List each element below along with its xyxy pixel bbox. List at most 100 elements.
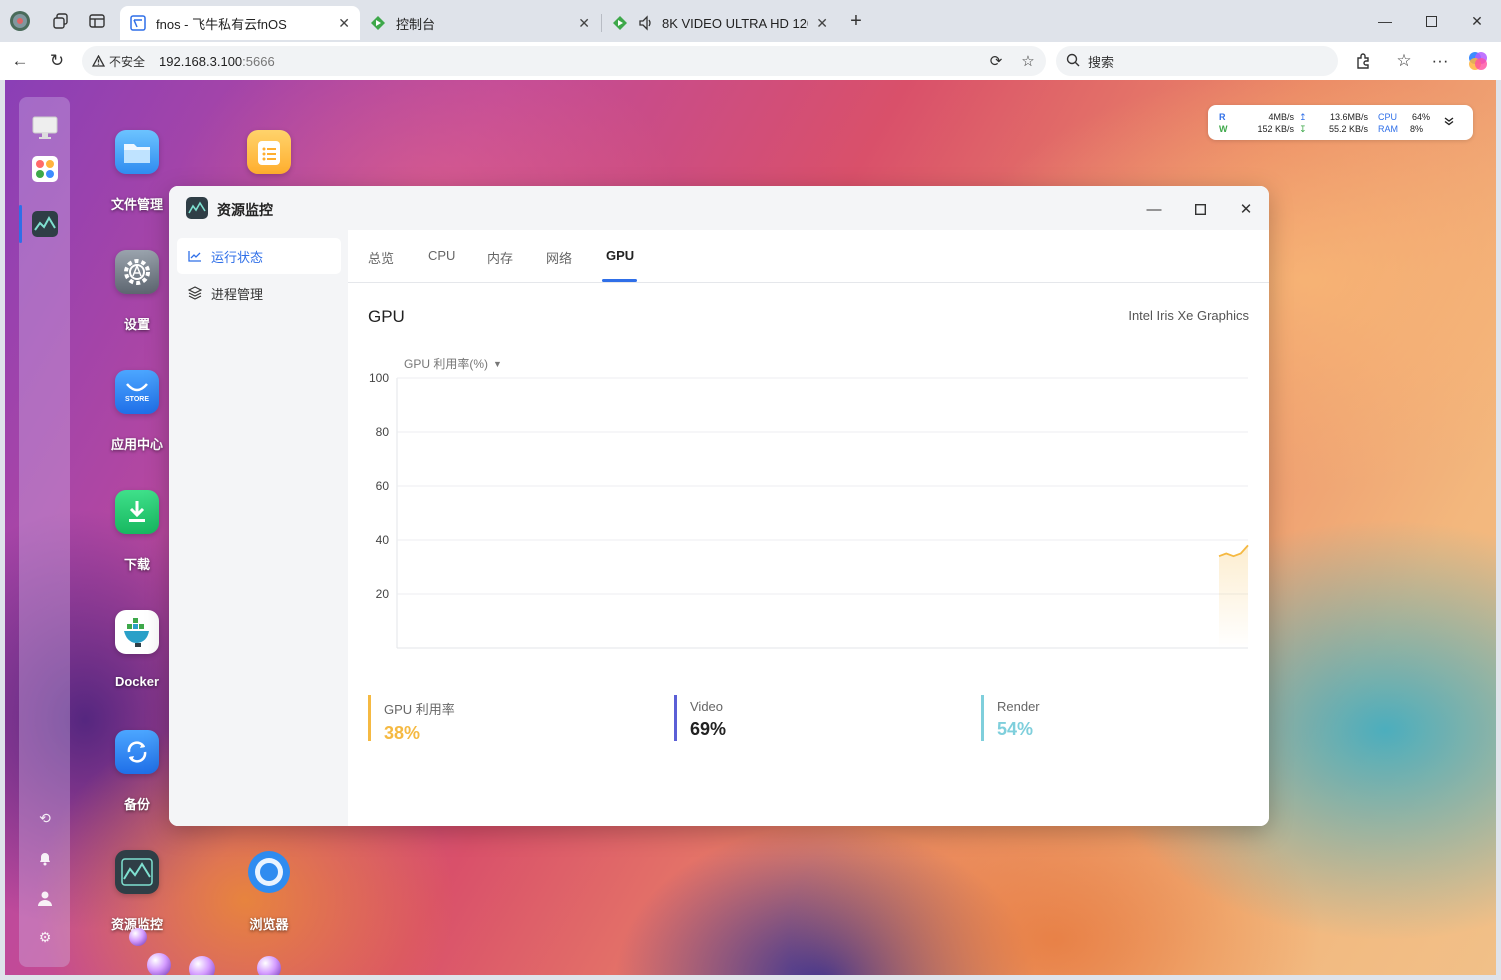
close-tab-icon[interactable]: ✕: [578, 15, 590, 32]
metric-label: Video: [690, 699, 724, 714]
resource-monitor-logo-icon: [186, 197, 208, 219]
favorites-icon[interactable]: ☆: [1392, 50, 1416, 72]
ram-value: 8%: [1409, 124, 1423, 134]
app-notes[interactable]: [229, 130, 309, 174]
tab-network[interactable]: 网络: [546, 248, 572, 267]
tab-gpu[interactable]: GPU: [606, 248, 634, 263]
security-label[interactable]: 不安全: [109, 53, 145, 70]
address-bar[interactable]: 不安全 192.168.3.100:5666 ⟳ ☆: [82, 46, 1046, 76]
tab-title: 控制台: [396, 16, 436, 32]
layers-icon: [187, 286, 203, 300]
browser-tab-console[interactable]: 控制台 ✕: [360, 6, 600, 40]
translate-icon[interactable]: ⟳: [986, 51, 1006, 71]
extensions-icon[interactable]: [1351, 50, 1375, 72]
y-tick-label: 40: [376, 533, 390, 547]
system-stats-widget[interactable]: R W 4MB/s 152 KB/s ↥ ↧ 13.6MB/s 55.2 KB/…: [1208, 105, 1473, 140]
browser-tab-bar: fnos - 飞牛私有云fnOS ✕ 控制台 ✕ 8K VIDEO ULTRA …: [0, 0, 1501, 42]
close-window-icon[interactable]: ✕: [1465, 10, 1489, 32]
vertical-tabs-icon[interactable]: [86, 10, 108, 32]
metric-label: Render: [997, 699, 1040, 714]
download-icon: [115, 490, 159, 534]
tab-cpu[interactable]: CPU: [428, 248, 455, 263]
fnos-tab-icon: [130, 15, 146, 31]
minimize-icon[interactable]: —: [1373, 10, 1397, 32]
maximize-icon[interactable]: [1419, 10, 1443, 32]
profile-avatar[interactable]: [9, 10, 31, 32]
app-docker[interactable]: Docker: [97, 610, 177, 689]
expand-chevron-icon[interactable]: [1444, 116, 1454, 128]
url-text[interactable]: 192.168.3.100:5666: [159, 54, 275, 69]
app-settings[interactable]: 设置: [97, 250, 177, 333]
y-tick-label: 60: [376, 479, 390, 493]
window-titlebar[interactable]: 资源监控 — ✕: [169, 186, 1269, 230]
decorative-bubble: [189, 956, 215, 975]
resource-monitor-dock-icon[interactable]: [32, 211, 58, 237]
metric-video: Video 69%: [674, 695, 726, 741]
active-tab-indicator: [602, 279, 637, 282]
tab-overview[interactable]: 总览: [368, 248, 394, 267]
cpu-value: 64%: [1411, 112, 1430, 122]
app-store[interactable]: STORE 应用中心: [97, 370, 177, 453]
line-chart-icon: [187, 250, 203, 262]
sidebar-item-running-status[interactable]: 运行状态: [177, 238, 341, 274]
metric-render: Render 54%: [981, 695, 1040, 741]
app-label: 备份: [123, 797, 150, 812]
y-tick-label: 20: [376, 587, 390, 601]
app-label: Docker: [114, 674, 160, 689]
settings-app-icon: [115, 250, 159, 294]
search-box[interactable]: 搜索: [1056, 46, 1338, 76]
ram-label: RAM: [1378, 124, 1398, 134]
metric-value: 54%: [997, 719, 1034, 739]
gpu-section-title: GPU: [368, 307, 405, 326]
search-placeholder: 搜索: [1088, 54, 1115, 70]
back-icon[interactable]: ←: [8, 50, 32, 72]
tab-memory[interactable]: 内存: [487, 248, 513, 267]
audio-playing-icon[interactable]: [638, 15, 654, 31]
settings-gear-icon[interactable]: ⚙: [36, 928, 54, 946]
reload-icon[interactable]: ↻: [45, 50, 69, 72]
sidebar-item-process-management[interactable]: 进程管理: [177, 275, 341, 311]
dock: ⟲ ⚙: [19, 97, 70, 967]
app-launcher-icon[interactable]: [32, 156, 58, 182]
sync-icon[interactable]: ⟲: [36, 809, 54, 827]
close-tab-icon[interactable]: ✕: [338, 15, 350, 32]
app-download[interactable]: 下载: [97, 490, 177, 573]
warning-icon[interactable]: [92, 55, 105, 67]
download-speed: 55.2 KB/s: [1328, 124, 1368, 134]
workspaces-icon[interactable]: [50, 10, 72, 32]
browser-tab-video[interactable]: 8K VIDEO ULTRA HD 120FPS ✕: [602, 6, 838, 40]
notification-bell-icon[interactable]: [36, 849, 54, 867]
main-content: 总览 CPU 内存 网络 GPU GPU Intel Iris Xe Graph…: [348, 230, 1269, 826]
metric-gpu-usage: GPU 利用率 38%: [368, 695, 455, 743]
decorative-bubble: [257, 956, 281, 975]
app-file-manager[interactable]: 文件管理: [97, 130, 177, 213]
backup-icon: [115, 730, 159, 774]
read-speed: 4MB/s: [1268, 112, 1294, 122]
window-maximize-icon[interactable]: [1189, 198, 1211, 220]
dock-active-indicator: [19, 205, 22, 243]
download-arrow-icon: ↧: [1299, 124, 1307, 134]
store-text: STORE: [125, 395, 149, 403]
app-label: 下载: [123, 557, 150, 572]
new-tab-icon[interactable]: +: [845, 10, 867, 32]
window-close-icon[interactable]: ✕: [1235, 198, 1257, 220]
browser-tab-fnos[interactable]: fnos - 飞牛私有云fnOS ✕: [120, 6, 360, 40]
show-desktop-icon[interactable]: [32, 115, 58, 141]
tab-title: fnos - 飞牛私有云fnOS: [156, 16, 287, 32]
series-area: [1219, 545, 1248, 648]
copilot-icon[interactable]: [1466, 50, 1490, 72]
close-tab-icon[interactable]: ✕: [816, 15, 828, 32]
more-menu-icon[interactable]: ···: [1428, 50, 1452, 72]
favorite-star-icon[interactable]: ☆: [1018, 51, 1038, 71]
docker-icon: [115, 610, 159, 654]
window-minimize-icon[interactable]: —: [1143, 198, 1165, 220]
app-backup[interactable]: 备份: [97, 730, 177, 813]
app-resource-monitor[interactable]: 资源监控: [97, 850, 177, 933]
browser-app-icon: [247, 850, 291, 894]
app-label: 浏览器: [249, 917, 289, 932]
write-speed: 152 KB/s: [1257, 124, 1294, 134]
notes-icon: [247, 130, 291, 174]
decorative-bubble: [147, 953, 171, 975]
user-icon[interactable]: [36, 889, 54, 907]
app-browser[interactable]: 浏览器: [229, 850, 309, 933]
